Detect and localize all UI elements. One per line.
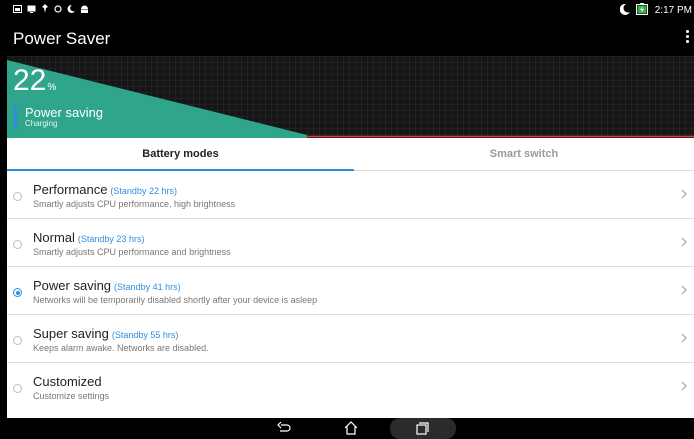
notification-icons xyxy=(13,4,89,13)
gallery-icon xyxy=(13,4,22,13)
back-icon[interactable] xyxy=(277,420,291,437)
device-screen: 2:17 PM Power Saver 22% Power saving Cha… xyxy=(7,0,694,439)
mode-description: Customize settings xyxy=(33,391,110,401)
mode-standby: (Standby 41 hrs) xyxy=(114,282,181,292)
current-mode-label: Power saving Charging xyxy=(14,106,103,129)
charging-status: Charging xyxy=(25,119,58,128)
mode-description: Keeps alarm awake. Networks are disabled… xyxy=(33,343,209,353)
tab-smart-switch[interactable]: Smart switch xyxy=(354,138,694,170)
chevron-right-icon[interactable] xyxy=(679,236,689,248)
tab-battery-modes[interactable]: Battery modes xyxy=(7,138,354,170)
mode-radio-power-saving[interactable] xyxy=(13,288,22,297)
current-mode-name: Power saving xyxy=(25,105,104,120)
status-time: 2:17 PM xyxy=(654,5,692,16)
pin-icon xyxy=(41,4,49,13)
mode-name: Performance (Standby 22 hrs) xyxy=(33,182,177,197)
more-vert-icon[interactable] xyxy=(684,30,690,48)
mode-name: Super saving (Standby 55 hrs) xyxy=(33,326,179,341)
status-icons: 2:17 PM xyxy=(619,3,692,18)
battery-graph: 22% Power saving Charging xyxy=(7,56,694,138)
status-bar: 2:17 PM xyxy=(7,0,694,20)
android-icon xyxy=(80,5,89,13)
tab-bar: Battery modes Smart switch xyxy=(7,138,694,171)
graph-canvas xyxy=(7,56,694,138)
mode-radio-normal[interactable] xyxy=(13,240,22,249)
mode-description: Networks will be temporarily disabled sh… xyxy=(33,295,318,305)
mode-standby: (Standby 22 hrs) xyxy=(110,186,177,196)
recents-icon[interactable] xyxy=(415,420,429,437)
mode-row-super-saving[interactable]: Super saving (Standby 55 hrs) Keeps alarm… xyxy=(7,315,694,363)
chevron-right-icon[interactable] xyxy=(679,188,689,200)
mode-radio-customized[interactable] xyxy=(13,384,22,393)
mode-row-normal[interactable]: Normal (Standby 23 hrs) Smartly adjusts C… xyxy=(7,219,694,267)
mode-name: Normal (Standby 23 hrs) xyxy=(33,230,145,245)
screen-icon xyxy=(27,5,36,13)
page-title: Power Saver xyxy=(13,29,111,48)
moon-icon xyxy=(67,4,75,13)
mode-row-customized[interactable]: Customized Customize settings xyxy=(7,363,694,410)
mode-name: Power saving (Standby 41 hrs) xyxy=(33,278,181,293)
app-bar: Power Saver xyxy=(7,20,694,56)
mode-radio-performance[interactable] xyxy=(13,192,22,201)
mode-description: Smartly adjusts CPU performance, high br… xyxy=(33,199,236,209)
sync-icon xyxy=(54,4,62,13)
mode-standby: (Standby 55 hrs) xyxy=(111,330,179,340)
mode-description: Smartly adjusts CPU performance and brig… xyxy=(33,247,231,257)
battery-charging-icon xyxy=(635,3,649,18)
mode-row-power-saving[interactable]: Power saving (Standby 41 hrs) Networks wi… xyxy=(7,267,694,315)
chevron-right-icon[interactable] xyxy=(679,380,689,392)
chevron-right-icon[interactable] xyxy=(679,284,689,296)
mode-standby: (Standby 23 hrs) xyxy=(77,234,145,244)
main-content: Battery modes Smart switch Performance (S… xyxy=(7,138,694,418)
mode-radio-super-saving[interactable] xyxy=(13,336,22,345)
chevron-right-icon[interactable] xyxy=(679,332,689,344)
moon-icon xyxy=(619,3,630,18)
mode-name: Customized xyxy=(33,374,102,389)
battery-percent: 22% xyxy=(13,64,57,97)
mode-row-performance[interactable]: Performance (Standby 22 hrs) Smartly adju… xyxy=(7,171,694,219)
battery-mode-list: Performance (Standby 22 hrs) Smartly adju… xyxy=(7,171,694,410)
navigation-bar xyxy=(7,418,694,439)
home-icon[interactable] xyxy=(343,420,359,437)
